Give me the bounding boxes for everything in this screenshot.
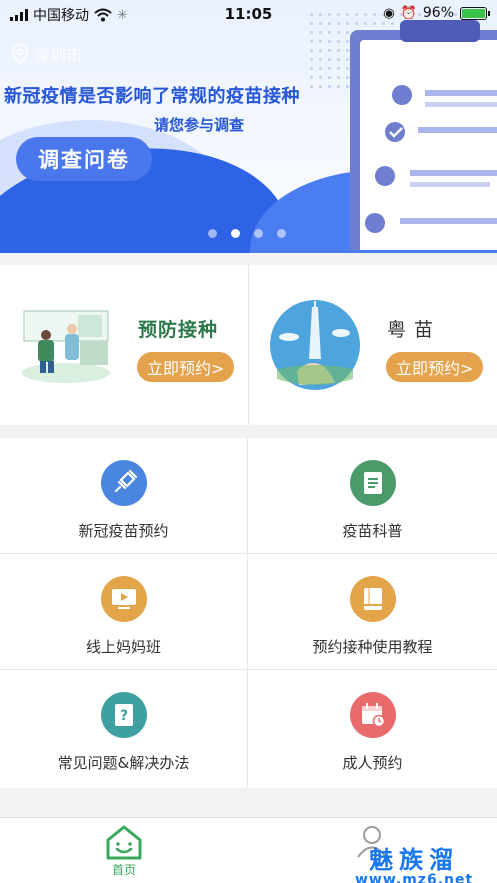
menu-label: 新冠疫苗预约 — [78, 522, 169, 540]
menu-label: 预约接种使用教程 — [312, 638, 433, 656]
status-bar: 中国移动 ✳ 11:05 ◉ ⏰ 96% — [0, 0, 497, 28]
menu-online-mom-class[interactable]: 线上妈妈班 — [0, 554, 248, 670]
orientation-lock-icon: ◉ — [383, 5, 395, 21]
location-pin-icon — [12, 44, 28, 64]
pager-dot-active — [231, 229, 240, 238]
menu-vaccine-science[interactable]: 疫苗科普 — [248, 438, 497, 554]
carousel-pager — [208, 229, 286, 238]
menu-adult-booking[interactable]: 成人预约 — [248, 670, 497, 788]
battery-icon — [460, 6, 490, 20]
card-vaccination[interactable]: 预防接种 立即预约> — [0, 265, 248, 425]
survey-button[interactable]: 调查问卷 — [16, 137, 152, 181]
syringe-icon — [100, 460, 147, 506]
menu-booking-tutorial[interactable]: 预约接种使用教程 — [248, 554, 497, 670]
calendar-clock-icon — [349, 692, 396, 738]
location-name: 深圳市 — [34, 46, 83, 65]
home-icon — [106, 825, 142, 860]
menu-faq[interactable]: ? 常见问题&解决办法 — [0, 670, 248, 788]
watermark-text: 魅族溜 — [369, 846, 460, 874]
document-icon — [349, 460, 396, 506]
menu-label: 疫苗科普 — [342, 522, 403, 540]
watermark-url: www.mz6.net — [355, 872, 474, 883]
service-cards: 预防接种 立即预约> 粤 苗 立即预约> — [0, 265, 497, 425]
pager-dot — [208, 229, 217, 238]
vaccination-illustration — [22, 310, 110, 383]
book-icon — [349, 576, 396, 622]
question-book-icon: ? — [100, 692, 147, 738]
card-yuemiao[interactable]: 粤 苗 立即预约> — [248, 265, 497, 425]
site-watermark: 魅族溜 www.mz6.net — [355, 840, 473, 883]
banner-headline: 新冠疫情是否影响了常规的疫苗接种 — [4, 86, 300, 107]
menu-label: 常见问题&解决办法 — [57, 754, 190, 772]
tab-home[interactable]: 首页 — [98, 824, 150, 878]
book-now-button[interactable]: 立即预约> — [137, 352, 235, 382]
service-menu: 新冠疫苗预约 疫苗科普 线上妈妈班 预约接种使用教程 ? 常见问题&解决办法 成… — [0, 438, 497, 788]
alarm-icon: ⏰ — [400, 5, 417, 21]
menu-covid-vaccine-booking[interactable]: 新冠疫苗预约 — [0, 438, 248, 554]
menu-label: 成人预约 — [342, 754, 403, 772]
banner-subtitle: 请您参与调查 — [154, 116, 245, 134]
banner-carousel[interactable]: 中国移动 ✳ 11:05 ◉ ⏰ 96% 深圳市 新冠疫情是否影响了常规的疫苗接… — [0, 0, 497, 253]
video-play-icon — [100, 576, 147, 622]
battery-percent: 96% — [422, 5, 454, 21]
location-selector[interactable]: 深圳市 — [12, 42, 82, 66]
canton-tower-illustration — [270, 300, 360, 390]
card-title: 预防接种 — [138, 319, 219, 341]
menu-label: 线上妈妈班 — [85, 638, 161, 656]
pager-dot — [277, 229, 286, 238]
svg-text:?: ? — [119, 708, 127, 724]
clipboard-illustration — [350, 20, 497, 250]
book-now-button[interactable]: 立即预约> — [386, 352, 484, 382]
card-title: 粤 苗 — [387, 319, 435, 341]
tab-home-label: 首页 — [111, 863, 136, 877]
pager-dot — [254, 229, 263, 238]
